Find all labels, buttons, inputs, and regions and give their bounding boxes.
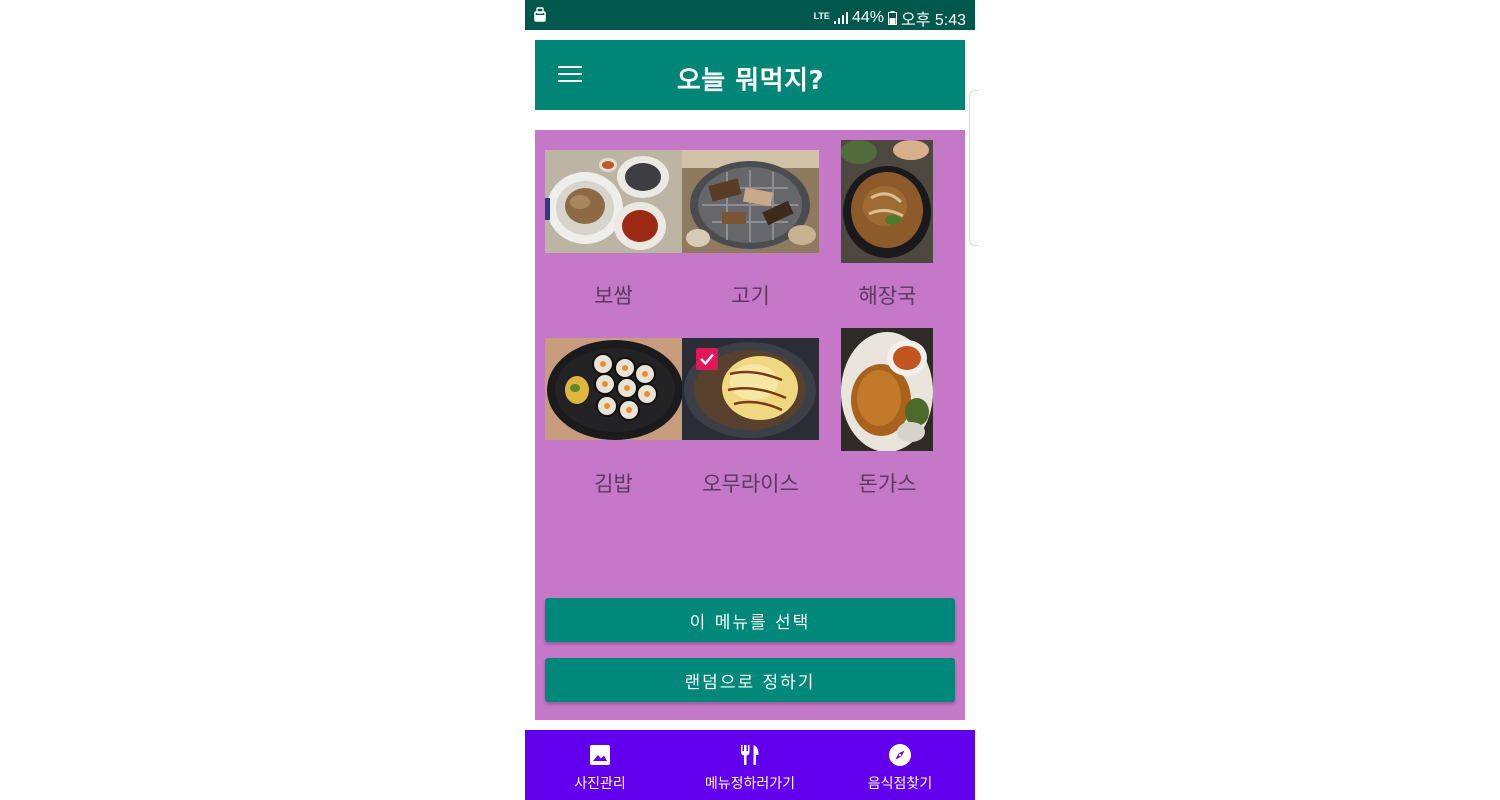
clock: 오후 5:43 — [900, 12, 966, 29]
app-title: 오늘 뭐먹지? — [676, 66, 825, 96]
network-type: LTE — [813, 10, 830, 21]
nav-item-menu-pick[interactable]: 메뉴정하러가기 — [675, 730, 825, 800]
compass-icon — [889, 744, 911, 766]
status-bar: LTE 44% 오후 5:43 — [525, 0, 975, 30]
food-label: 고기 — [731, 284, 770, 308]
bottom-navigation: 사진관리 메뉴정하러가기 음식점찾기 — [525, 730, 975, 800]
app-bar: 오늘 뭐먹지? — [535, 40, 965, 110]
food-photo-gimbap[interactable] — [545, 338, 682, 440]
food-label: 오무라이스 — [702, 472, 799, 496]
nav-label: 사진관리 — [574, 776, 626, 792]
fork-knife-icon — [741, 745, 759, 765]
notification-icon — [534, 7, 546, 22]
food-photo-haejangguk[interactable] — [841, 140, 933, 263]
food-photo-omurice[interactable] — [682, 338, 819, 440]
food-photo-gogi[interactable] — [682, 150, 819, 253]
nav-item-restaurant-search[interactable]: 음식점찾기 — [825, 730, 975, 800]
side-panel-handle[interactable] — [969, 90, 978, 246]
random-pick-button[interactable]: 랜덤으로 정하기 — [545, 658, 955, 702]
phone-screen: LTE 44% 오후 5:43 오늘 뭐먹지? 보쌈 고기 해장국 김밥 오무라… — [525, 0, 978, 800]
nav-item-photo-manage[interactable]: 사진관리 — [525, 730, 675, 800]
food-label: 해장국 — [858, 284, 917, 308]
selected-checkbox[interactable] — [696, 348, 718, 370]
nav-label: 음식점찾기 — [867, 776, 933, 792]
battery-percent: 44% — [851, 9, 884, 26]
battery-icon — [887, 11, 897, 25]
status-indicators: LTE 44% 오후 5:43 — [814, 6, 966, 30]
image-icon — [590, 745, 610, 765]
food-label: 김밥 — [594, 472, 633, 496]
menu-content-area: 보쌈 고기 해장국 김밥 오무라이스 돈가스 이 메뉴를 선택 랜덤으로 정하기 — [535, 130, 965, 720]
nav-label: 메뉴정하러가기 — [704, 776, 796, 792]
food-label: 보쌈 — [594, 284, 633, 308]
food-photo-donkatsu[interactable] — [841, 328, 933, 451]
select-menu-button[interactable]: 이 메뉴를 선택 — [545, 598, 955, 642]
signal-icon — [833, 12, 848, 24]
food-photo-bossam[interactable] — [545, 150, 682, 253]
food-label: 돈가스 — [858, 472, 917, 496]
